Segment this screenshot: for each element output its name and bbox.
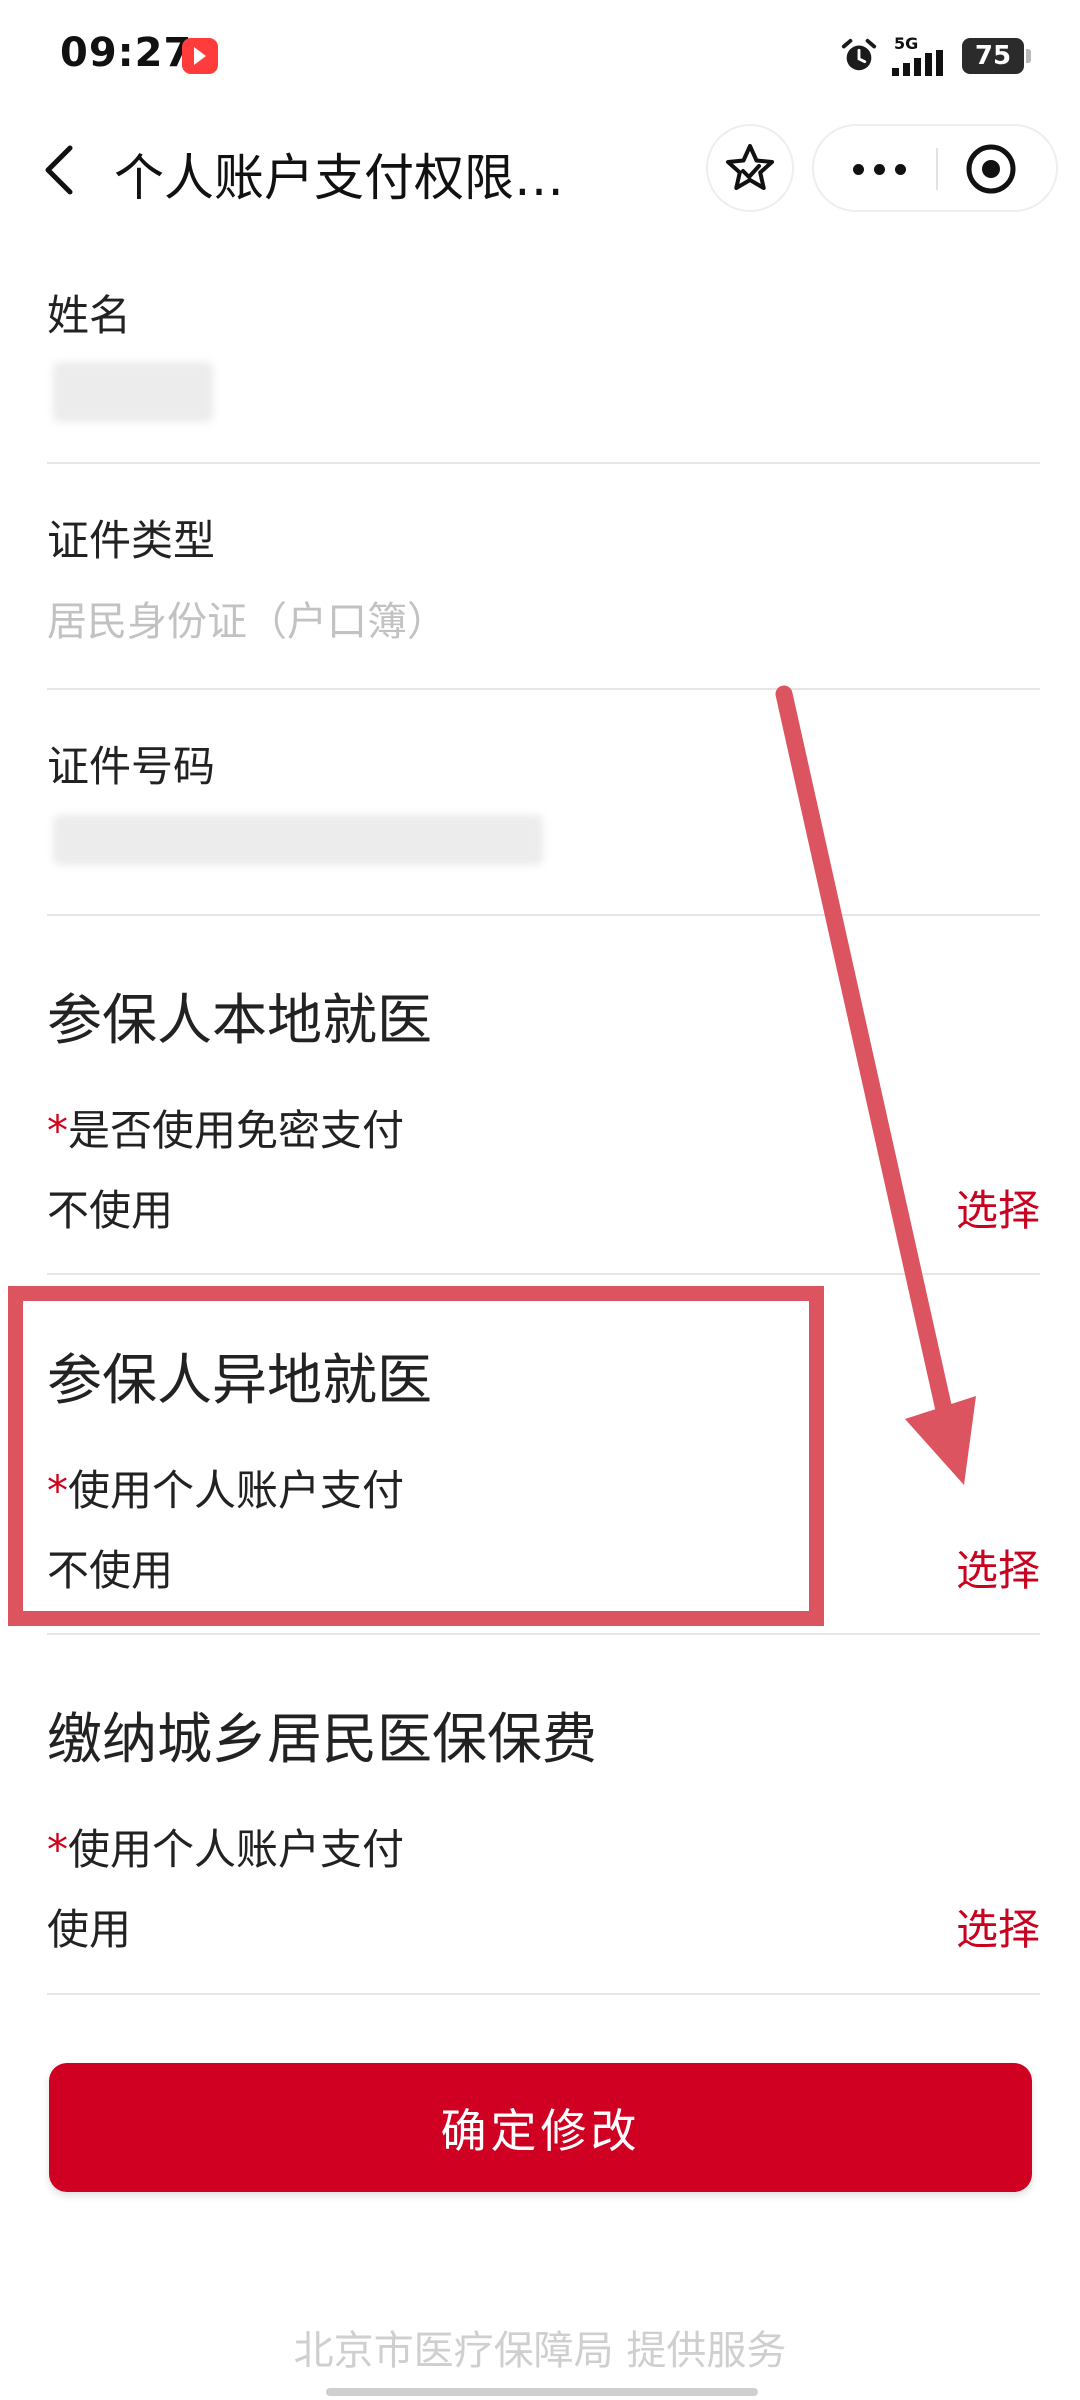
section-title: 缴纳城乡居民医保保费 xyxy=(47,1707,598,1771)
divider xyxy=(47,688,1040,690)
annotation-highlight-box xyxy=(8,1286,824,1626)
capsule-divider xyxy=(936,148,938,190)
page-title: 个人账户支付权限… xyxy=(114,149,564,207)
status-bar: 09:27 5G 75 xyxy=(0,0,1080,110)
id-number-value-redacted xyxy=(53,815,543,865)
id-type-field[interactable]: 证件类型 居民身份证（户口簿） xyxy=(47,507,1040,687)
divider xyxy=(47,1993,1040,1995)
name-value-redacted xyxy=(53,362,213,422)
back-icon[interactable] xyxy=(36,140,86,200)
section-local-medical: 参保人本地就医 *是否使用免密支付 不使用 选择 xyxy=(47,975,1040,1275)
id-type-value: 居民身份证（户口簿） xyxy=(47,599,447,645)
battery-icon: 75 xyxy=(962,38,1031,74)
divider xyxy=(47,914,1040,916)
id-number-label: 证件号码 xyxy=(47,742,216,791)
home-indicator[interactable] xyxy=(326,2388,758,2396)
battery-level: 75 xyxy=(974,41,1012,71)
section-title: 参保人本地就医 xyxy=(47,988,433,1052)
nav-bar: 个人账户支付权限… xyxy=(0,112,1080,228)
divider xyxy=(47,1273,1040,1275)
select-button[interactable]: 选择 xyxy=(956,1177,1040,1238)
section-premium-payment: 缴纳城乡居民医保保费 *使用个人账户支付 使用 选择 xyxy=(47,1694,1040,1994)
section-field-label: *是否使用免密支付 xyxy=(47,1097,404,1158)
required-mark: * xyxy=(47,1106,68,1155)
status-time: 09:27 xyxy=(60,30,193,76)
select-button[interactable]: 选择 xyxy=(956,1537,1040,1598)
star-icon xyxy=(726,144,774,190)
required-mark: * xyxy=(47,1825,68,1874)
alarm-icon xyxy=(841,38,877,71)
divider xyxy=(47,462,1040,464)
section-field-label-text: 是否使用免密支付 xyxy=(68,1106,405,1155)
signal-icon: 5G xyxy=(892,34,948,76)
more-icon[interactable] xyxy=(844,144,914,194)
select-button[interactable]: 选择 xyxy=(956,1896,1040,1957)
id-number-field: 证件号码 xyxy=(47,733,1040,913)
favorite-button[interactable] xyxy=(706,124,794,212)
id-type-label: 证件类型 xyxy=(47,516,216,565)
name-label: 姓名 xyxy=(47,291,132,340)
video-app-icon xyxy=(182,38,218,74)
name-field: 姓名 xyxy=(47,282,1040,462)
mini-program-capsule xyxy=(812,124,1058,212)
section-field-label: *使用个人账户支付 xyxy=(47,1816,404,1877)
close-mini-program-icon[interactable] xyxy=(964,142,1018,196)
status-icons: 5G 75 xyxy=(840,34,1031,78)
divider xyxy=(47,1633,1040,1635)
confirm-modify-button[interactable]: 确定修改 xyxy=(49,2063,1032,2192)
section-field-label-text: 使用个人账户支付 xyxy=(68,1825,405,1874)
section-field-value: 不使用 xyxy=(47,1186,174,1235)
section-field-value: 使用 xyxy=(47,1905,132,1954)
footer-credit: 北京市医疗保障局 提供服务 xyxy=(293,2328,787,2374)
